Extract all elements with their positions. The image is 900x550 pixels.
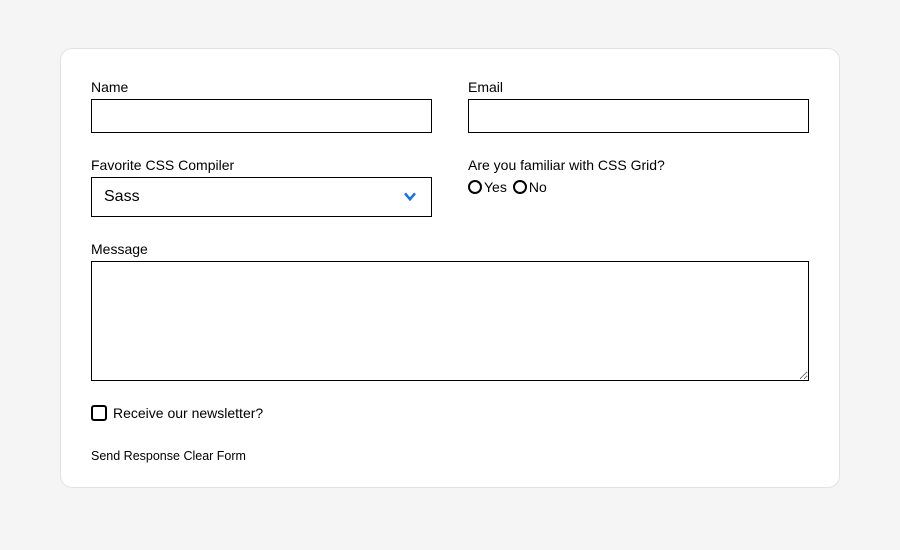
grid-no-label: No [529, 179, 547, 195]
email-field-group: Email [468, 79, 809, 133]
email-input[interactable] [468, 99, 809, 133]
grid-no-radio[interactable]: No [513, 179, 547, 195]
compiler-selected-value: Sass [104, 188, 140, 206]
row-name-email: Name Email [91, 79, 809, 133]
newsletter-label: Receive our newsletter? [113, 405, 263, 421]
compiler-label: Favorite CSS Compiler [91, 157, 432, 173]
compiler-select[interactable]: Sass [91, 177, 432, 217]
newsletter-checkbox[interactable]: Receive our newsletter? [91, 405, 809, 421]
name-input[interactable] [91, 99, 432, 133]
email-label: Email [468, 79, 809, 95]
radio-circle-icon [468, 180, 482, 194]
row-compiler-grid: Favorite CSS Compiler Sass Are you famil… [91, 157, 809, 217]
grid-question-group: Are you familiar with CSS Grid? Yes No [468, 157, 809, 217]
name-label: Name [91, 79, 432, 95]
message-textarea[interactable] [91, 261, 809, 381]
name-field-group: Name [91, 79, 432, 133]
compiler-field-group: Favorite CSS Compiler Sass [91, 157, 432, 217]
grid-yes-radio[interactable]: Yes [468, 179, 507, 195]
chevron-down-icon [403, 189, 417, 203]
message-field-group: Message [91, 241, 809, 381]
form-actions: Send Response Clear Form [91, 449, 809, 463]
grid-radio-row: Yes No [468, 179, 809, 195]
message-label: Message [91, 241, 809, 257]
form-card: Name Email Favorite CSS Compiler Sass Ar… [60, 48, 840, 488]
checkbox-box-icon [91, 405, 107, 421]
grid-yes-label: Yes [484, 179, 507, 195]
radio-circle-icon [513, 180, 527, 194]
grid-question-label: Are you familiar with CSS Grid? [468, 157, 809, 173]
clear-form-button[interactable]: Clear Form [183, 449, 246, 463]
send-response-button[interactable]: Send Response [91, 449, 180, 463]
